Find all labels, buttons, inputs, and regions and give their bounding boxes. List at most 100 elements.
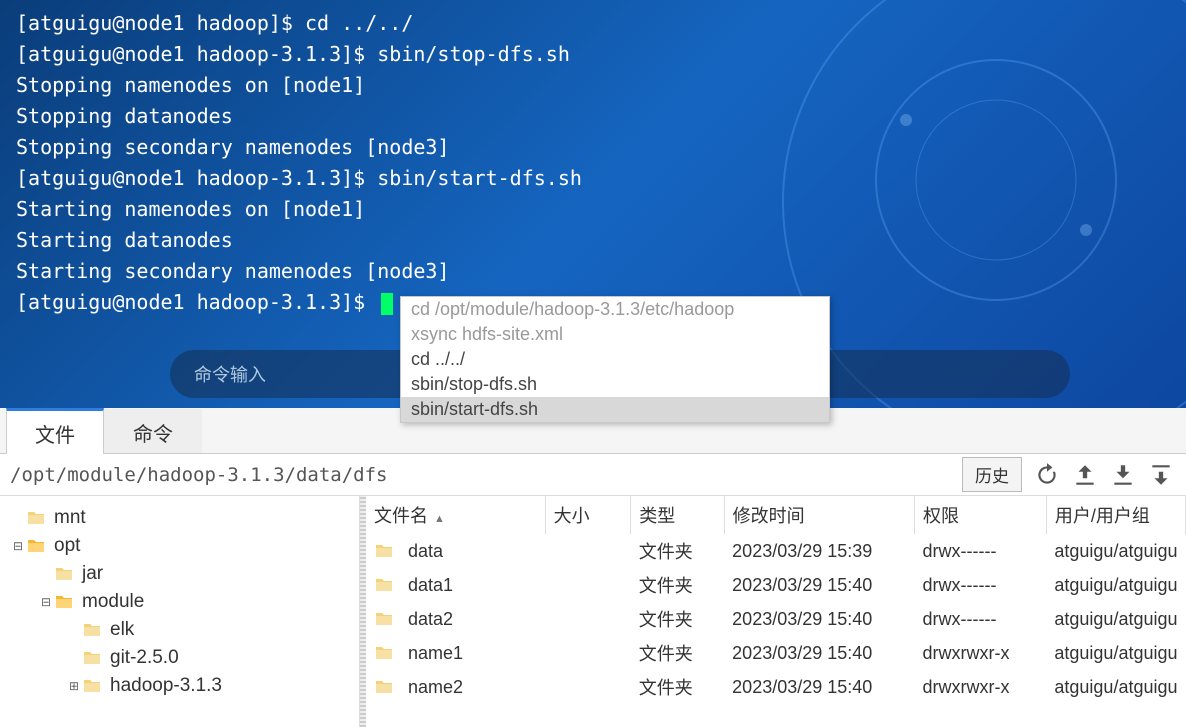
tree-item-label: opt — [54, 535, 80, 557]
table-row[interactable]: name1 文件夹2023/03/29 15:40drwxrwxr-xatguig… — [366, 636, 1186, 670]
cell-owner: atguigu/atguigu — [1046, 670, 1185, 704]
cursor — [381, 293, 393, 315]
file-list-panel: 文件名▲ 大小 类型 修改时间 权限 用户/用户组 data文件夹2023/03… — [366, 496, 1186, 727]
cell-type: 文件夹 — [631, 602, 724, 636]
file-name: name1 — [408, 643, 463, 664]
collapse-icon[interactable]: ⊟ — [38, 595, 54, 609]
path-bar: 历史 — [0, 454, 1186, 496]
tree-item-label: module — [82, 591, 144, 613]
tree-item-label: elk — [110, 619, 134, 641]
tree-item-label: mnt — [54, 507, 86, 529]
cell-owner: atguigu/atguigu — [1046, 534, 1185, 568]
cell-owner: atguigu/atguigu — [1046, 636, 1185, 670]
cell-mtime: 2023/03/29 15:40 — [724, 636, 914, 670]
cell-perm: drwx------ — [915, 602, 1047, 636]
col-size[interactable]: 大小 — [545, 496, 631, 534]
expand-icon[interactable]: ⊞ — [66, 679, 82, 693]
history-item[interactable]: cd /opt/module/hadoop-3.1.3/etc/hadoop — [401, 297, 829, 322]
terminal-line: [atguigu@node1 hadoop-3.1.3]$ sbin/start… — [16, 163, 1170, 194]
cell-perm: drwxrwxr-x — [915, 636, 1047, 670]
cell-size — [545, 636, 631, 670]
cell-mtime: 2023/03/29 15:39 — [724, 534, 914, 568]
refresh-icon[interactable] — [1034, 462, 1060, 488]
terminal-line: Stopping datanodes — [16, 101, 1170, 132]
tree-item-label: hadoop-3.1.3 — [110, 675, 222, 697]
tree-item[interactable]: ⊟ module — [4, 588, 355, 616]
table-row[interactable]: name2 文件夹2023/03/29 15:40drwxrwxr-xatguig… — [366, 670, 1186, 704]
tab-commands[interactable]: 命令 — [104, 409, 202, 453]
col-mtime[interactable]: 修改时间 — [724, 496, 914, 534]
cell-type: 文件夹 — [631, 534, 724, 568]
cell-perm: drwx------ — [915, 568, 1047, 602]
folder-icon — [54, 594, 74, 610]
terminal-line: [atguigu@node1 hadoop-3.1.3]$ sbin/stop-… — [16, 39, 1170, 70]
sort-asc-icon: ▲ — [434, 513, 445, 525]
cell-type: 文件夹 — [631, 670, 724, 704]
cell-size — [545, 568, 631, 602]
cell-size — [545, 670, 631, 704]
col-perm[interactable]: 权限 — [915, 496, 1047, 534]
cell-type: 文件夹 — [631, 636, 724, 670]
col-type[interactable]: 类型 — [631, 496, 724, 534]
open-external-icon[interactable] — [1148, 462, 1174, 488]
cell-owner: atguigu/atguigu — [1046, 602, 1185, 636]
history-item[interactable]: sbin/start-dfs.sh — [401, 397, 829, 422]
command-history-popup[interactable]: cd /opt/module/hadoop-3.1.3/etc/hadoopxs… — [400, 296, 830, 423]
table-row[interactable]: data2 文件夹2023/03/29 15:40drwx------atguig… — [366, 602, 1186, 636]
path-input[interactable] — [6, 460, 962, 490]
cell-mtime: 2023/03/29 15:40 — [724, 602, 914, 636]
file-name: name2 — [408, 677, 463, 698]
cell-perm: drwx------ — [915, 534, 1047, 568]
download-icon[interactable] — [1110, 462, 1136, 488]
tree-item-label: git-2.5.0 — [110, 647, 179, 669]
cell-perm: drwxrwxr-x — [915, 670, 1047, 704]
col-name[interactable]: 文件名▲ — [366, 496, 545, 534]
tree-item[interactable]: elk — [4, 616, 355, 644]
tree-item-label: jar — [82, 563, 103, 585]
col-owner[interactable]: 用户/用户组 — [1046, 496, 1185, 534]
history-button[interactable]: 历史 — [962, 457, 1022, 492]
folder-icon — [374, 543, 394, 559]
folder-icon — [26, 538, 46, 554]
tree-item[interactable]: jar — [4, 560, 355, 588]
folder-icon — [26, 510, 46, 526]
terminal-line: Starting datanodes — [16, 225, 1170, 256]
folder-icon — [82, 622, 102, 638]
terminal-line: Starting namenodes on [node1] — [16, 194, 1170, 225]
terminal-line: [atguigu@node1 hadoop]$ cd ../../ — [16, 8, 1170, 39]
terminal-line: Stopping secondary namenodes [node3] — [16, 132, 1170, 163]
cell-size — [545, 534, 631, 568]
directory-tree[interactable]: mnt ⊟ optjar ⊟ module elk git-2.5.0 ⊞ hadoop-3.1… — [0, 496, 360, 727]
cell-mtime: 2023/03/29 15:40 — [724, 670, 914, 704]
folder-icon — [374, 679, 394, 695]
table-row[interactable]: data 文件夹2023/03/29 15:39drwx------atguigu… — [366, 534, 1186, 568]
file-name: data — [408, 541, 443, 562]
terminal-line: Stopping namenodes on [node1] — [16, 70, 1170, 101]
history-item[interactable]: cd ../../ — [401, 347, 829, 372]
tree-item[interactable]: ⊟ opt — [4, 532, 355, 560]
tree-item[interactable]: mnt — [4, 504, 355, 532]
tree-item[interactable]: git-2.5.0 — [4, 644, 355, 672]
folder-icon — [374, 611, 394, 627]
cell-owner: atguigu/atguigu — [1046, 568, 1185, 602]
command-input-placeholder: 命令输入 — [194, 361, 266, 387]
tree-item[interactable]: ⊞ hadoop-3.1.3 — [4, 672, 355, 700]
file-name: data1 — [408, 575, 453, 596]
folder-icon — [374, 645, 394, 661]
history-item[interactable]: sbin/stop-dfs.sh — [401, 372, 829, 397]
tab-files[interactable]: 文件 — [6, 408, 104, 454]
upload-icon[interactable] — [1072, 462, 1098, 488]
folder-icon — [54, 566, 74, 582]
folder-icon — [82, 678, 102, 694]
history-item[interactable]: xsync hdfs-site.xml — [401, 322, 829, 347]
file-table: 文件名▲ 大小 类型 修改时间 权限 用户/用户组 data文件夹2023/03… — [366, 496, 1186, 704]
collapse-icon[interactable]: ⊟ — [10, 539, 26, 553]
cell-type: 文件夹 — [631, 568, 724, 602]
cell-size — [545, 602, 631, 636]
terminal-line: Starting secondary namenodes [node3] — [16, 256, 1170, 287]
folder-icon — [374, 577, 394, 593]
file-name: data2 — [408, 609, 453, 630]
table-row[interactable]: data1 文件夹2023/03/29 15:40drwx------atguig… — [366, 568, 1186, 602]
folder-icon — [82, 650, 102, 666]
cell-mtime: 2023/03/29 15:40 — [724, 568, 914, 602]
